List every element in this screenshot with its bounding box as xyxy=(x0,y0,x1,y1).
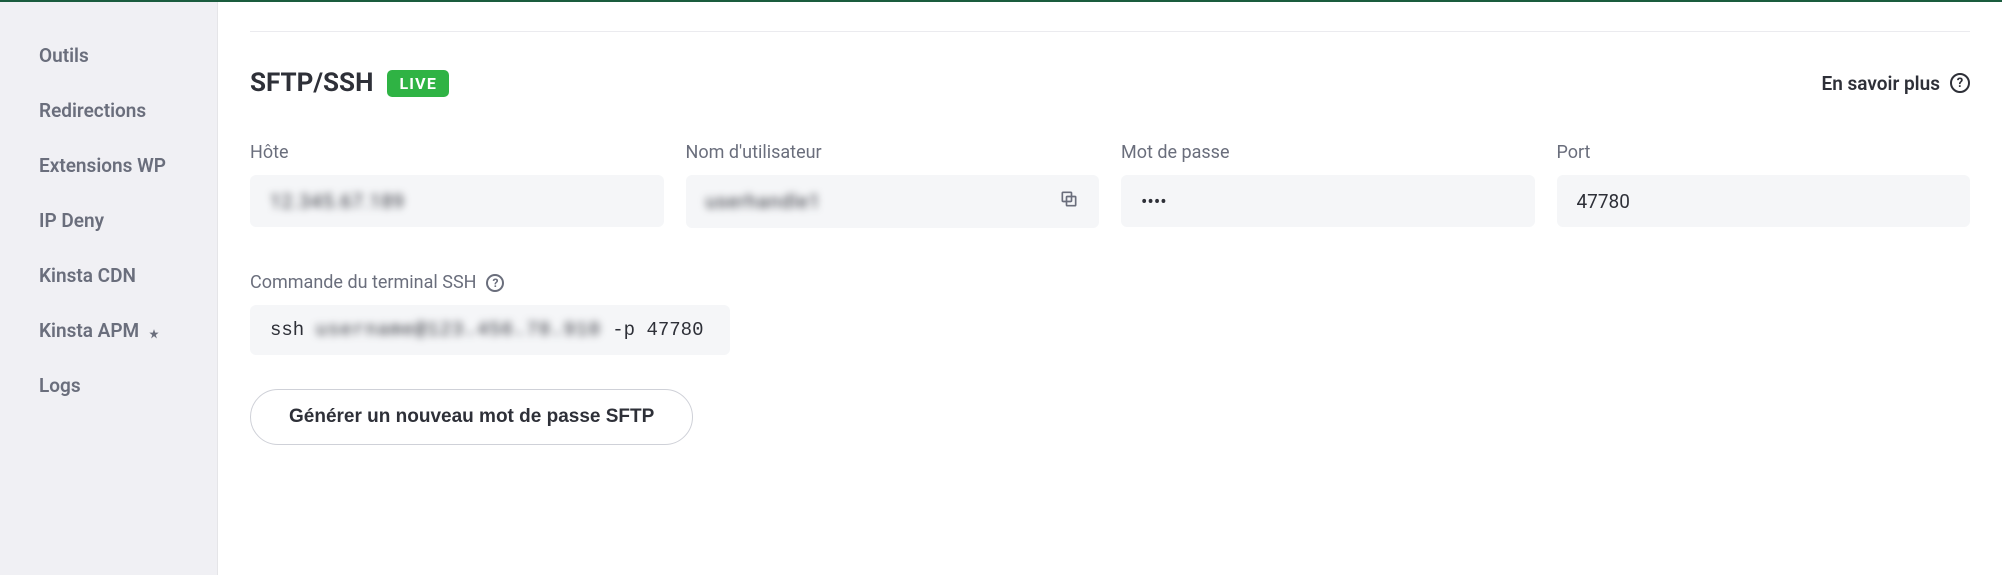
ssh-label: Commande du terminal SSH xyxy=(250,272,476,293)
main-content: SFTP/SSH LIVE En savoir plus ? Hôte 12.3… xyxy=(218,2,2002,575)
field-label: Hôte xyxy=(250,142,664,163)
port-value: 47780 xyxy=(1577,190,1630,213)
sidebar-item-label: IP Deny xyxy=(39,209,104,232)
sidebar-item-kinsta-cdn[interactable]: Kinsta CDN xyxy=(0,248,217,303)
field-label: Nom d'utilisateur xyxy=(686,142,1100,163)
generate-password-button[interactable]: Générer un nouveau mot de passe SFTP xyxy=(250,389,693,445)
sidebar-item-redirections[interactable]: Redirections xyxy=(0,83,217,138)
ssh-section: Commande du terminal SSH ? ssh username@… xyxy=(250,272,1970,355)
top-divider xyxy=(250,2,1970,32)
sidebar-item-label: Redirections xyxy=(39,99,146,122)
sidebar-item-extensions-wp[interactable]: Extensions WP xyxy=(0,138,217,193)
ssh-command-box[interactable]: ssh username@123.456.78.910 -p 47780 xyxy=(250,305,730,355)
field-username: Nom d'utilisateur userhandle1 xyxy=(686,142,1100,228)
section-header-left: SFTP/SSH LIVE xyxy=(250,68,449,98)
host-value: 12.345.67.189 xyxy=(270,190,405,213)
sidebar-item-label: Logs xyxy=(39,374,81,397)
ssh-redacted: username@123.456.78.910 xyxy=(316,319,601,341)
sidebar-item-label: Outils xyxy=(39,44,89,67)
sidebar-item-label: Extensions WP xyxy=(39,154,166,177)
password-value: •••• xyxy=(1141,190,1167,213)
field-value-box[interactable]: •••• xyxy=(1121,175,1535,227)
learn-more-link[interactable]: En savoir plus ? xyxy=(1821,72,1970,95)
tag-icon xyxy=(147,324,161,338)
help-icon[interactable]: ? xyxy=(486,274,504,292)
help-icon: ? xyxy=(1950,73,1970,93)
field-port: Port 47780 xyxy=(1557,142,1971,228)
field-host: Hôte 12.345.67.189 xyxy=(250,142,664,228)
section-title: SFTP/SSH xyxy=(250,68,373,98)
sidebar-item-outils[interactable]: Outils xyxy=(0,28,217,83)
sidebar-item-kinsta-apm[interactable]: Kinsta APM xyxy=(0,303,217,358)
copy-icon[interactable] xyxy=(1059,189,1079,214)
learn-more-label: En savoir plus xyxy=(1821,72,1940,95)
ssh-label-row: Commande du terminal SSH ? xyxy=(250,272,1970,293)
sidebar-item-ip-deny[interactable]: IP Deny xyxy=(0,193,217,248)
live-badge: LIVE xyxy=(387,70,449,97)
field-password: Mot de passe •••• xyxy=(1121,142,1535,228)
field-label: Port xyxy=(1557,142,1971,163)
sidebar: Outils Redirections Extensions WP IP Den… xyxy=(0,2,218,575)
credentials-row: Hôte 12.345.67.189 Nom d'utilisateur use… xyxy=(250,142,1970,228)
ssh-suffix: -p 47780 xyxy=(601,319,704,341)
ssh-prefix: ssh xyxy=(270,319,316,341)
field-value-box[interactable]: userhandle1 xyxy=(686,175,1100,228)
username-value: userhandle1 xyxy=(706,190,821,213)
sidebar-item-logs[interactable]: Logs xyxy=(0,358,217,413)
field-label: Mot de passe xyxy=(1121,142,1535,163)
field-value-box[interactable]: 47780 xyxy=(1557,175,1971,227)
sidebar-item-label: Kinsta CDN xyxy=(39,264,136,287)
field-value-box[interactable]: 12.345.67.189 xyxy=(250,175,664,227)
section-header: SFTP/SSH LIVE En savoir plus ? xyxy=(250,68,1970,98)
sidebar-item-label: Kinsta APM xyxy=(39,319,139,342)
